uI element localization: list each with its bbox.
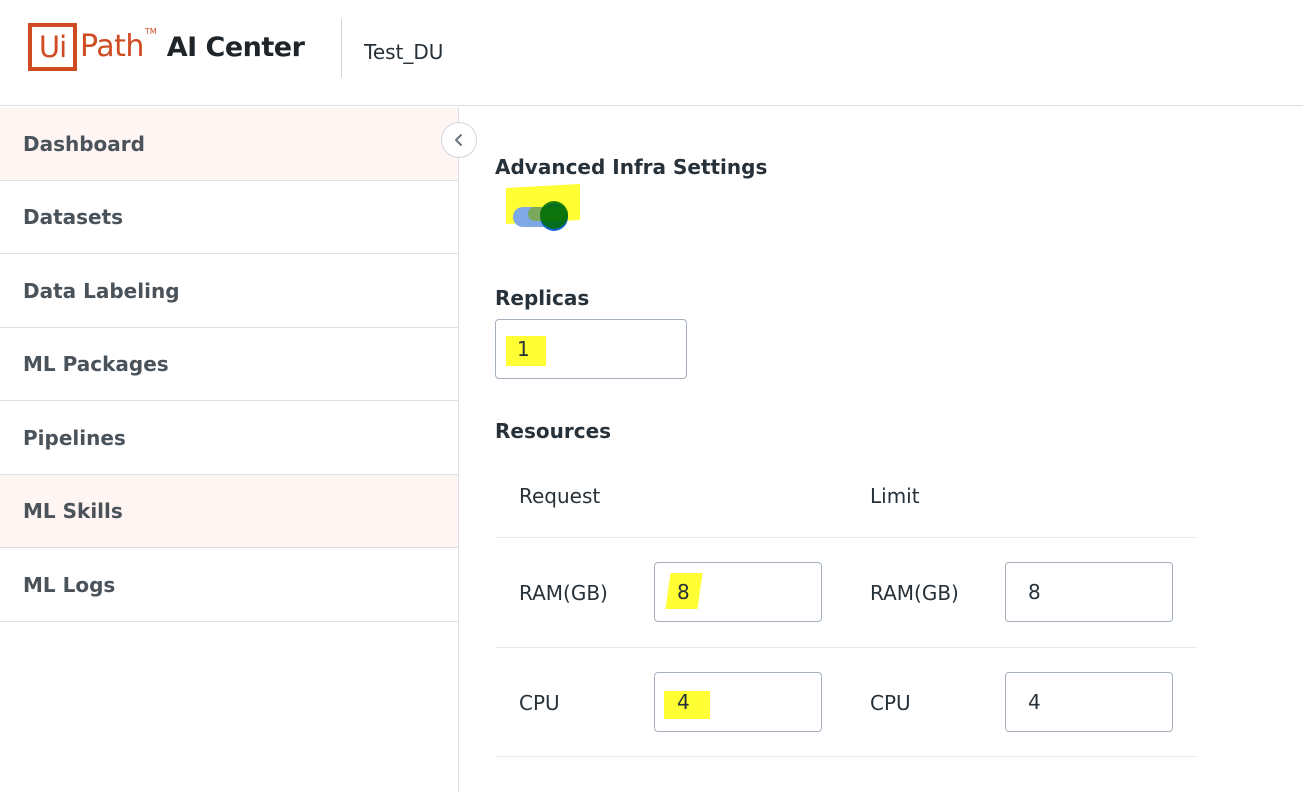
request-ram-label: RAM(GB): [519, 581, 608, 605]
sidebar-item-ml-logs[interactable]: ML Logs: [0, 548, 458, 622]
advanced-infra-settings-label: Advanced Infra Settings: [495, 155, 768, 179]
sidebar-item-label: ML Logs: [23, 572, 116, 597]
advanced-infra-toggle[interactable]: [506, 186, 580, 234]
sidebar-item-label: ML Packages: [23, 352, 169, 376]
product-name: AI Center: [166, 31, 305, 63]
resources-row-divider: [495, 756, 1197, 757]
resources-row-divider: [495, 537, 1197, 538]
sidebar-item-label: Dashboard: [23, 131, 145, 156]
uipath-logo[interactable]: Ui Path TM AI Center: [28, 23, 305, 71]
limit-cpu-label: CPU: [870, 691, 911, 715]
request-column-header: Request: [519, 484, 601, 508]
sidebar-item-ml-packages[interactable]: ML Packages: [0, 328, 458, 401]
header-divider: [341, 19, 342, 78]
chevron-left-icon: [455, 134, 462, 146]
sidebar-item-data-labeling[interactable]: Data Labeling: [0, 254, 458, 328]
logo-ui-box: Ui: [28, 23, 77, 71]
app-header: Ui Path TM AI Center Test_DU: [0, 0, 1303, 106]
replicas-input[interactable]: [495, 319, 687, 379]
limit-cpu-input[interactable]: [1005, 672, 1173, 732]
logo-trademark: TM: [144, 27, 157, 36]
sidebar-collapse-button[interactable]: [441, 122, 477, 158]
sidebar-item-label: Datasets: [23, 205, 124, 229]
limit-ram-label: RAM(GB): [870, 581, 959, 605]
request-cpu-input[interactable]: [654, 672, 822, 732]
sidebar-item-pipelines[interactable]: Pipelines: [0, 401, 458, 475]
sidebar-item-datasets[interactable]: Datasets: [0, 181, 458, 254]
resources-row-divider: [495, 647, 1197, 648]
sidebar-item-label: ML Skills: [23, 499, 123, 523]
limit-ram-input[interactable]: [1005, 562, 1173, 622]
sidebar-item-ml-skills[interactable]: ML Skills: [0, 475, 458, 548]
sidebar-item-dashboard[interactable]: Dashboard: [0, 107, 458, 181]
sidebar-item-label: Data Labeling: [23, 278, 180, 303]
request-cpu-label: CPU: [519, 691, 560, 715]
logo-path-text: Path: [80, 29, 144, 64]
replicas-label: Replicas: [495, 286, 590, 310]
tenant-name[interactable]: Test_DU: [364, 40, 443, 64]
limit-column-header: Limit: [870, 484, 920, 508]
sidebar-item-label: Pipelines: [23, 425, 126, 450]
request-ram-input[interactable]: [654, 562, 822, 622]
resources-label: Resources: [495, 419, 612, 443]
